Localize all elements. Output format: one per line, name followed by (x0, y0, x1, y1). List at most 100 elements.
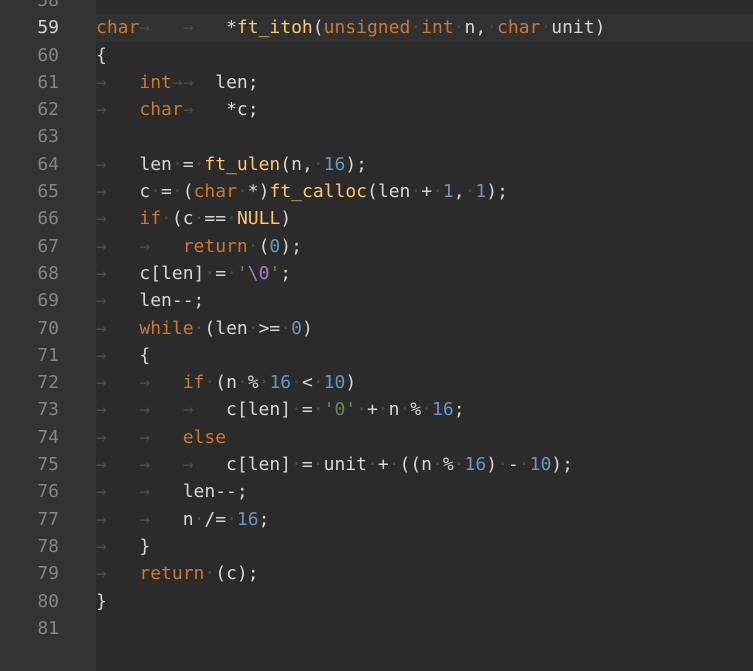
whitespace-marker: · (171, 181, 183, 203)
number-token: 16 (269, 372, 292, 394)
code-line[interactable]: { (96, 42, 753, 69)
code-token: (c (171, 208, 194, 230)
whitespace-marker: · (236, 181, 248, 203)
whitespace-marker: · (193, 208, 205, 230)
code-line[interactable]: → int→→ len; (96, 69, 753, 96)
whitespace-marker: · (432, 181, 443, 203)
whitespace-marker: · (150, 181, 162, 203)
code-line[interactable]: → } (96, 533, 753, 560)
number-token: 0 (291, 317, 302, 339)
whitespace-marker: →→ (171, 71, 216, 93)
code-token: ; (453, 399, 465, 421)
code-line[interactable]: → return·(c); (96, 560, 753, 587)
code-line[interactable]: → while·(len·>=·0) (96, 315, 753, 342)
number-token: 16 (432, 399, 454, 421)
code-token: < (301, 372, 313, 394)
code-line[interactable] (96, 0, 753, 14)
line-number: 65 (37, 181, 59, 203)
code-line[interactable]: } (96, 588, 753, 615)
whitespace-marker: → (96, 344, 140, 366)
whitespace-marker: · (312, 454, 324, 476)
code-line[interactable]: → len--; (96, 287, 753, 314)
keyword-token: if (139, 208, 162, 230)
code-token: ); (345, 153, 367, 175)
code-token: ( (182, 181, 194, 203)
line-number: 74 (37, 426, 59, 448)
code-token: n, (464, 17, 487, 39)
code-line[interactable]: → char→ *c; (96, 96, 753, 123)
code-area[interactable]: char→ → *ft_itoh(unsigned·int·n,·char·un… (96, 0, 753, 671)
code-token: c[len] (226, 399, 292, 421)
whitespace-marker: → (96, 153, 140, 175)
whitespace-marker: · (388, 454, 400, 476)
code-token: (n (215, 372, 237, 394)
whitespace-marker: · (193, 317, 205, 339)
whitespace-marker: · (377, 399, 389, 421)
code-token: * (226, 17, 237, 39)
code-token: len; (215, 71, 259, 93)
code-token: + (366, 399, 378, 421)
code-line-current[interactable]: char→ → *ft_itoh(unsigned·int·n,·char·un… (96, 14, 753, 42)
number-token: 16 (464, 454, 487, 476)
code-line[interactable]: → → len--; (96, 478, 753, 505)
whitespace-marker: → → (96, 481, 183, 503)
line-number: 62 (37, 99, 59, 121)
line-number: 73 (37, 399, 59, 421)
code-line[interactable] (96, 615, 753, 642)
code-line[interactable]: → c·=·(char·*)ft_calloc(len·+·1,·1); (96, 178, 753, 205)
line-number: 71 (37, 344, 59, 366)
code-line[interactable]: → c[len]·=·'\0'; (96, 260, 753, 287)
code-line[interactable] (96, 123, 753, 150)
code-line[interactable]: → → n·/=·16; (96, 506, 753, 533)
keyword-token: return (139, 563, 205, 585)
keyword-token: int (421, 17, 454, 39)
whitespace-marker: → (96, 208, 140, 230)
escape-token: \0 (247, 262, 270, 284)
whitespace-marker: → (96, 99, 140, 121)
code-line[interactable]: → → if·(n·%·16·<·10) (96, 369, 753, 396)
code-line[interactable]: → → → c[len]·=·unit·+·((n·%·16)·-·10); (96, 451, 753, 478)
number-token: 0 (269, 235, 281, 257)
whitespace-marker: · (464, 181, 476, 203)
code-line[interactable]: → len·=·ft_ulen(n,·16); (96, 151, 753, 178)
identifier-token: ft_itoh (236, 17, 313, 39)
keyword-token: char (139, 99, 183, 121)
code-token: ) (345, 372, 357, 394)
line-number: 79 (37, 563, 59, 585)
line-number: 60 (37, 44, 59, 66)
code-line[interactable]: → → return·(0); (96, 233, 753, 260)
code-editor[interactable]: 58 59 60 61 62 63 64 65 66 67 68 69 70 71 72 73 74 75 76 77… (0, 0, 753, 671)
number-token: 10 (529, 454, 552, 476)
whitespace-marker: → (96, 563, 140, 585)
code-token: = (301, 454, 313, 476)
code-line[interactable]: → { (96, 342, 753, 369)
whitespace-marker: → (96, 535, 140, 557)
code-token: - (507, 454, 519, 476)
keyword-token: return (182, 235, 248, 257)
code-line[interactable]: → → else (96, 424, 753, 451)
whitespace-marker: → → (96, 508, 183, 530)
keyword-token: else (182, 426, 227, 448)
code-token: = (182, 153, 194, 175)
whitespace-marker: · (171, 153, 183, 175)
whitespace-marker: → → (96, 372, 183, 394)
whitespace-marker: → → (96, 426, 183, 448)
whitespace-marker: · (258, 372, 270, 394)
number-token: 10 (323, 372, 346, 394)
whitespace-marker: · (204, 563, 216, 585)
code-token: ) (280, 208, 292, 230)
string-token: ' (269, 262, 281, 284)
whitespace-marker: · (366, 454, 378, 476)
whitespace-marker: → → → (96, 454, 227, 476)
code-token: ); (280, 235, 302, 257)
code-token: } (139, 535, 151, 557)
line-number: 75 (37, 454, 59, 476)
code-token: % (442, 454, 454, 476)
whitespace-marker: · (421, 399, 433, 421)
code-token: , (453, 181, 465, 203)
code-line[interactable]: → → → c[len]·=·'0'·+·n·%·16; (96, 396, 753, 423)
code-token: c[len] (226, 454, 292, 476)
code-token: (len (367, 181, 411, 203)
line-number: 80 (37, 590, 59, 612)
code-line[interactable]: → if·(c·==·NULL) (96, 205, 753, 232)
